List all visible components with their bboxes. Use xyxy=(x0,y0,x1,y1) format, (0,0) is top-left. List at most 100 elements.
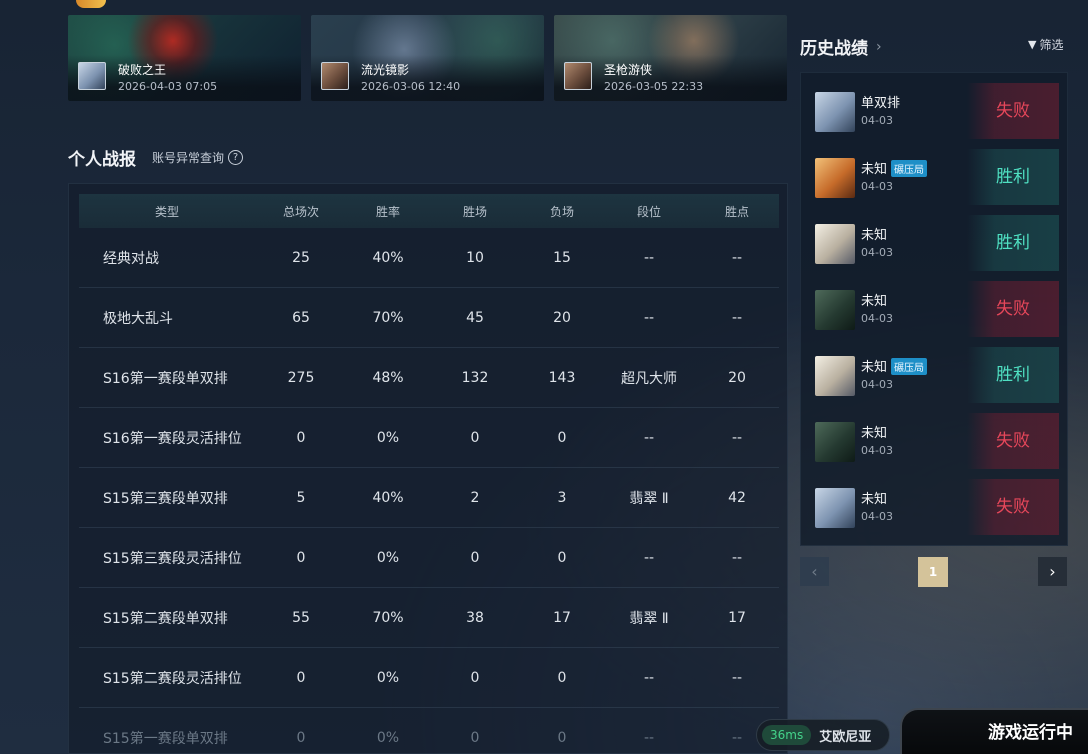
stats-title: 个人战报 xyxy=(68,150,136,170)
history-item[interactable]: 未知 04-03 失败 xyxy=(815,413,1059,469)
stats-panel: 类型 总场次 胜率 胜场 负场 段位 胜点 经典对战 25 40% 10 15 -- -- 极… xyxy=(68,183,788,754)
match-time: 2026-03-05 22:33 xyxy=(604,80,704,93)
match-time: 2026-04-03 07:05 xyxy=(118,80,218,93)
cell-type: S15第二赛段单双排 xyxy=(103,610,228,627)
history-item[interactable]: 单双排 04-03 失败 xyxy=(815,83,1059,139)
cell-tier: 翡翠 Ⅱ xyxy=(629,490,669,507)
cell-losses: 15 xyxy=(553,249,571,266)
cell-lp: -- xyxy=(731,669,743,686)
champion-avatar xyxy=(815,158,855,198)
champion-name: 破败之王 xyxy=(118,63,167,77)
page-1-button[interactable]: 1 xyxy=(918,557,948,587)
recent-match-card[interactable]: 圣枪游侠 2026-03-05 22:33 xyxy=(554,15,787,101)
result-lose: 失败 xyxy=(967,281,1059,337)
column-header-total: 总场次 xyxy=(282,204,319,219)
champion-avatar xyxy=(321,62,349,90)
cell-rate: 48% xyxy=(372,369,404,386)
cell-total: 0 xyxy=(296,669,306,686)
cell-rate: 0% xyxy=(376,669,400,686)
history-item[interactable]: 未知 碾压局 04-03 胜利 xyxy=(815,149,1059,205)
table-row: S15第一赛段单双排 0 0% 0 0 -- -- xyxy=(79,708,779,754)
cell-wins: 0 xyxy=(470,729,480,746)
match-mode: 未知 xyxy=(861,294,888,309)
cell-rate: 0% xyxy=(376,729,400,746)
result-win: 胜利 xyxy=(967,215,1059,271)
match-date: 04-03 xyxy=(861,180,893,193)
cell-lp: -- xyxy=(731,429,743,446)
cell-wins: 132 xyxy=(461,369,489,386)
history-title-label: 历史战绩 xyxy=(800,39,868,59)
cell-wins: 38 xyxy=(466,609,484,626)
champion-avatar xyxy=(815,224,855,264)
filter-icon: ▼ xyxy=(1028,38,1037,51)
champion-name: 流光镜影 xyxy=(361,63,410,77)
cell-total: 65 xyxy=(292,309,310,326)
ping-badge: 36ms xyxy=(762,725,812,745)
match-mode: 单双排 xyxy=(861,96,901,111)
table-row: S15第二赛段单双排 55 70% 38 17 翡翠 Ⅱ 17 xyxy=(79,588,779,648)
champion-avatar xyxy=(564,62,592,90)
table-row: S15第二赛段灵活排位 0 0% 0 0 -- -- xyxy=(79,648,779,708)
next-page-button[interactable]: › xyxy=(1038,557,1067,586)
match-date: 04-03 xyxy=(861,114,893,127)
match-mode: 未知 xyxy=(861,228,888,243)
cell-lp: -- xyxy=(731,549,743,566)
game-running-button[interactable]: 游戏运行中 xyxy=(900,708,1088,754)
history-item[interactable]: 未知 碾压局 04-03 胜利 xyxy=(815,347,1059,403)
cell-tier: -- xyxy=(643,669,655,686)
table-row: 极地大乱斗 65 70% 45 20 -- -- xyxy=(79,288,779,348)
cell-tier: -- xyxy=(643,309,655,326)
cell-wins: 45 xyxy=(466,309,484,326)
cell-tier: -- xyxy=(643,729,655,746)
champion-avatar xyxy=(815,488,855,528)
cell-losses: 20 xyxy=(553,309,571,326)
cell-type: S15第三赛段单双排 xyxy=(103,490,228,507)
cell-wins: 2 xyxy=(470,489,480,506)
history-panel: 单双排 04-03 失败 未知 碾压局 04-03 胜利 未知 04-03 胜利 未知 04-03 失败… xyxy=(800,72,1068,546)
history-title[interactable]: 历史战绩 › xyxy=(800,34,882,60)
cell-total: 5 xyxy=(296,489,306,506)
recent-match-card[interactable]: 破败之王 2026-04-03 07:05 xyxy=(68,15,301,101)
cell-wins: 10 xyxy=(466,249,484,266)
table-row: S16第一赛段灵活排位 0 0% 0 0 -- -- xyxy=(79,408,779,468)
cell-tier: 翡翠 Ⅱ xyxy=(629,610,669,627)
match-mode: 未知 xyxy=(861,162,888,177)
match-mode: 未知 xyxy=(861,492,888,507)
prev-page-button[interactable]: ‹ xyxy=(800,557,829,586)
match-date: 04-03 xyxy=(861,510,893,523)
cell-losses: 143 xyxy=(548,369,576,386)
cell-type: 极地大乱斗 xyxy=(103,310,173,327)
chevron-right-icon: › xyxy=(876,38,882,55)
cell-wins: 0 xyxy=(470,429,480,446)
cell-losses: 0 xyxy=(557,729,567,746)
help-icon[interactable]: ? xyxy=(228,150,244,165)
cell-lp: 42 xyxy=(728,489,746,506)
cell-tier: -- xyxy=(643,549,655,566)
stomp-badge: 碾压局 xyxy=(891,160,927,177)
server-status[interactable]: 36ms 艾欧尼亚 xyxy=(756,719,890,751)
history-item[interactable]: 未知 04-03 失败 xyxy=(815,281,1059,337)
cell-losses: 17 xyxy=(553,609,571,626)
recent-match-card[interactable]: 流光镜影 2026-03-06 12:40 xyxy=(311,15,544,101)
filter-button[interactable]: ▼ 筛选 xyxy=(1028,36,1063,53)
cell-wins: 0 xyxy=(470,669,480,686)
cell-total: 25 xyxy=(292,249,310,266)
match-date: 04-03 xyxy=(861,312,893,325)
cell-wins: 0 xyxy=(470,549,480,566)
cell-rate: 0% xyxy=(376,429,400,446)
cell-tier: 超凡大师 xyxy=(621,370,677,387)
result-win: 胜利 xyxy=(967,347,1059,403)
cell-total: 0 xyxy=(296,429,306,446)
cell-type: S16第一赛段单双排 xyxy=(103,370,228,387)
column-header-lp: 胜点 xyxy=(724,204,749,219)
history-item[interactable]: 未知 04-03 失败 xyxy=(815,479,1059,535)
column-header-tier: 段位 xyxy=(636,204,661,219)
cell-rate: 70% xyxy=(372,309,404,326)
history-item[interactable]: 未知 04-03 胜利 xyxy=(815,215,1059,271)
cell-lp: -- xyxy=(731,309,743,326)
cell-lp: 17 xyxy=(728,609,746,626)
match-time: 2026-03-06 12:40 xyxy=(361,80,461,93)
account-anomaly-link[interactable]: 账号异常查询 ? xyxy=(152,149,244,166)
champion-avatar xyxy=(815,422,855,462)
stats-table: 类型 总场次 胜率 胜场 负场 段位 胜点 经典对战 25 40% 10 15 -- -- 极… xyxy=(79,194,779,754)
